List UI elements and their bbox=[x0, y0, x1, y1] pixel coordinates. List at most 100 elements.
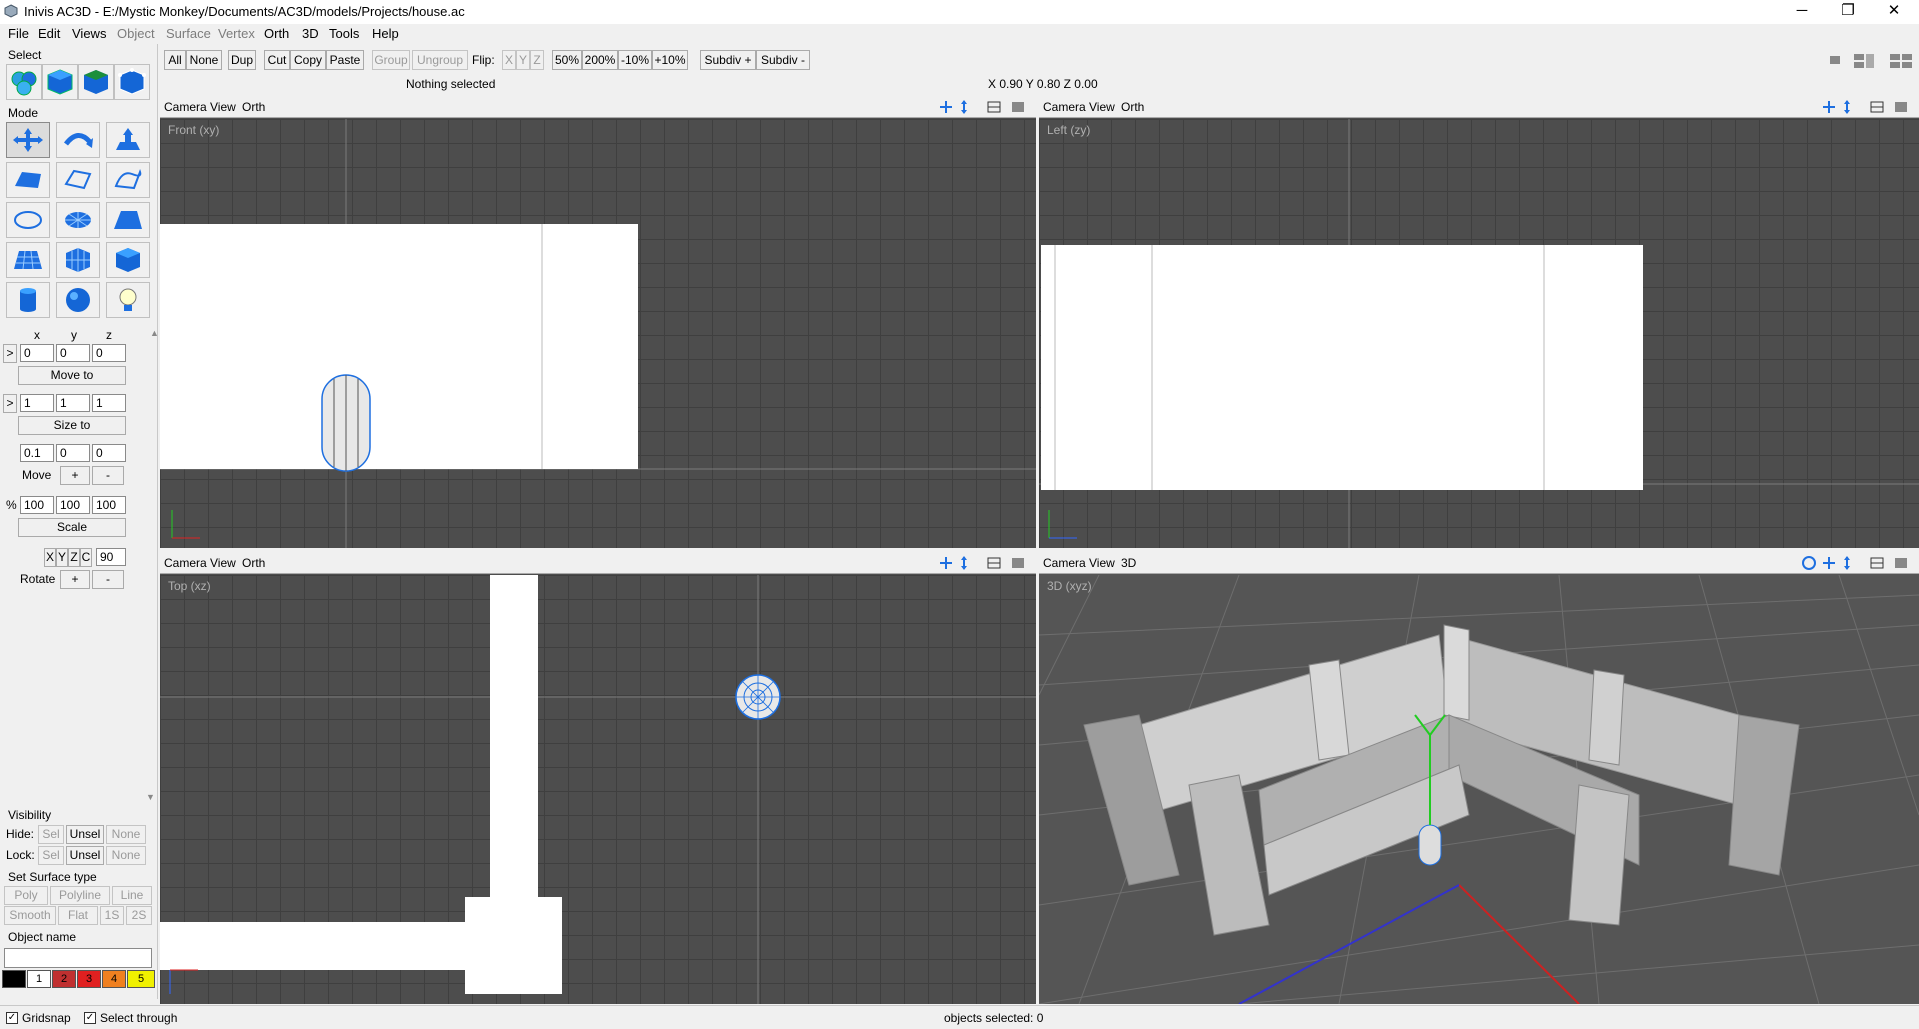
cut-button[interactable]: Cut bbox=[264, 50, 290, 70]
front-orth-menu[interactable]: Orth bbox=[242, 100, 265, 114]
menu-surface[interactable]: Surface bbox=[166, 26, 211, 41]
left-orth-menu[interactable]: Orth bbox=[1121, 100, 1144, 114]
mode-box-button[interactable] bbox=[106, 242, 150, 278]
menu-orth[interactable]: Orth bbox=[264, 26, 289, 41]
select-group-button[interactable] bbox=[6, 64, 42, 100]
rotate-x-button[interactable]: X bbox=[44, 548, 56, 567]
scroll-up-icon[interactable]: ▲ bbox=[150, 328, 159, 338]
smooth-button[interactable]: Smooth bbox=[4, 906, 56, 925]
rotate-y-button[interactable]: Y bbox=[56, 548, 68, 567]
palette-swatch-4[interactable]: 4 bbox=[102, 970, 126, 988]
mode-ellipse-button[interactable] bbox=[6, 202, 50, 238]
front-view-controls-icon[interactable] bbox=[938, 99, 1028, 115]
mode-grid-box-button[interactable] bbox=[56, 242, 100, 278]
line-button[interactable]: Line bbox=[112, 886, 152, 905]
flat-button[interactable]: Flat bbox=[58, 906, 98, 925]
mode-polyline-button[interactable] bbox=[56, 162, 100, 198]
two-sided-button[interactable]: 2S bbox=[126, 906, 152, 925]
scale-z-input[interactable]: 100 bbox=[92, 496, 126, 514]
hide-unsel-button[interactable]: Unsel bbox=[66, 825, 104, 844]
close-button[interactable]: ✕ bbox=[1871, 0, 1917, 24]
mode-rotate-button[interactable] bbox=[56, 122, 100, 158]
left-view-controls-icon[interactable] bbox=[1821, 99, 1911, 115]
top-orth-menu[interactable]: Orth bbox=[242, 556, 265, 570]
zoom-plus10-button[interactable]: +10% bbox=[652, 50, 688, 70]
menu-edit[interactable]: Edit bbox=[38, 26, 60, 41]
scale-button[interactable]: Scale bbox=[18, 518, 126, 537]
lock-unsel-button[interactable]: Unsel bbox=[66, 846, 104, 865]
maximize-button[interactable]: ❐ bbox=[1825, 0, 1871, 24]
lock-sel-button[interactable]: Sel bbox=[38, 846, 64, 865]
subdiv-plus-button[interactable]: Subdiv + bbox=[700, 50, 756, 70]
dup-button[interactable]: Dup bbox=[228, 50, 256, 70]
scale-x-input[interactable]: 100 bbox=[20, 496, 54, 514]
scale-y-input[interactable]: 100 bbox=[56, 496, 90, 514]
mode-extrude-button[interactable] bbox=[106, 122, 150, 158]
top-camera-menu[interactable]: Camera bbox=[164, 556, 207, 570]
ungroup-button[interactable]: Ungroup bbox=[412, 50, 468, 70]
viewport-3d[interactable]: Camera View 3D 3D (xyz) bbox=[1039, 552, 1919, 1004]
menu-3d[interactable]: 3D bbox=[302, 26, 319, 41]
moveto-x-input[interactable]: 0 bbox=[20, 344, 54, 362]
select-through-checkbox[interactable]: ✓ bbox=[84, 1012, 96, 1024]
viewport-top[interactable]: Camera View Orth Top (xz) bbox=[160, 552, 1036, 1004]
rotate-angle-input[interactable]: 90 bbox=[96, 548, 126, 566]
sizeto-x-input[interactable]: 1 bbox=[20, 394, 54, 412]
sizeto-y-input[interactable]: 1 bbox=[56, 394, 90, 412]
poly-button[interactable]: Poly bbox=[4, 886, 48, 905]
move-to-button[interactable]: Move to bbox=[18, 366, 126, 385]
rotate-c-button[interactable]: C bbox=[80, 548, 92, 567]
move-plus-button[interactable]: + bbox=[60, 466, 90, 485]
select-all-button[interactable]: All bbox=[164, 50, 186, 70]
moveto-y-input[interactable]: 0 bbox=[56, 344, 90, 362]
flip-x-button[interactable]: X bbox=[502, 50, 516, 70]
moveto-arrow-button[interactable]: > bbox=[3, 344, 17, 363]
rotate-plus-button[interactable]: + bbox=[60, 570, 90, 589]
3d-mode-menu[interactable]: 3D bbox=[1121, 556, 1136, 570]
object-name-input[interactable] bbox=[4, 948, 152, 968]
sizeto-z-input[interactable]: 1 bbox=[92, 394, 126, 412]
viewport-front[interactable]: Camera View Orth Front (xy) bbox=[160, 96, 1036, 548]
move-y-input[interactable]: 0 bbox=[56, 444, 90, 462]
rotate-z-button[interactable]: Z bbox=[68, 548, 80, 567]
menu-vertex[interactable]: Vertex bbox=[218, 26, 255, 41]
move-z-input[interactable]: 0 bbox=[92, 444, 126, 462]
select-surface-button[interactable] bbox=[78, 64, 114, 100]
menu-file[interactable]: File bbox=[8, 26, 29, 41]
subdiv-minus-button[interactable]: Subdiv - bbox=[756, 50, 810, 70]
flip-z-button[interactable]: Z bbox=[530, 50, 544, 70]
rotate-minus-button[interactable]: - bbox=[92, 570, 124, 589]
palette-swatch-3[interactable]: 3 bbox=[77, 970, 101, 988]
3d-view-controls-icon[interactable] bbox=[1801, 555, 1911, 571]
viewport-left[interactable]: Camera View Orth Left (zy) bbox=[1039, 96, 1919, 548]
layout-icons[interactable] bbox=[1828, 52, 1918, 70]
top-view-controls-icon[interactable] bbox=[938, 555, 1028, 571]
palette-swatch-2[interactable]: 2 bbox=[52, 970, 76, 988]
moveto-z-input[interactable]: 0 bbox=[92, 344, 126, 362]
menu-help[interactable]: Help bbox=[372, 26, 399, 41]
mode-disk-button[interactable] bbox=[56, 202, 100, 238]
scroll-down-icon[interactable]: ▼ bbox=[146, 792, 155, 802]
menu-views[interactable]: Views bbox=[72, 26, 106, 41]
zoom-minus10-button[interactable]: -10% bbox=[618, 50, 652, 70]
3d-camera-menu[interactable]: Camera bbox=[1043, 556, 1086, 570]
hide-sel-button[interactable]: Sel bbox=[38, 825, 64, 844]
select-object-button[interactable] bbox=[42, 64, 78, 100]
select-vertex-button[interactable] bbox=[114, 64, 150, 100]
paste-button[interactable]: Paste bbox=[326, 50, 364, 70]
sizeto-arrow-button[interactable]: > bbox=[3, 394, 17, 413]
front-view-menu[interactable]: View bbox=[210, 100, 236, 114]
one-sided-button[interactable]: 1S bbox=[100, 906, 124, 925]
menu-tools[interactable]: Tools bbox=[329, 26, 359, 41]
front-camera-menu[interactable]: Camera bbox=[164, 100, 207, 114]
select-none-button[interactable]: None bbox=[186, 50, 222, 70]
lock-none-button[interactable]: None bbox=[106, 846, 146, 865]
top-view-menu[interactable]: View bbox=[210, 556, 236, 570]
copy-button[interactable]: Copy bbox=[290, 50, 326, 70]
mode-light-button[interactable] bbox=[106, 282, 150, 318]
minimize-button[interactable]: ─ bbox=[1779, 0, 1825, 24]
hide-none-button[interactable]: None bbox=[106, 825, 146, 844]
mode-plane-button[interactable] bbox=[106, 202, 150, 238]
zoom-50-button[interactable]: 50% bbox=[552, 50, 582, 70]
mode-cylinder-button[interactable] bbox=[6, 282, 50, 318]
